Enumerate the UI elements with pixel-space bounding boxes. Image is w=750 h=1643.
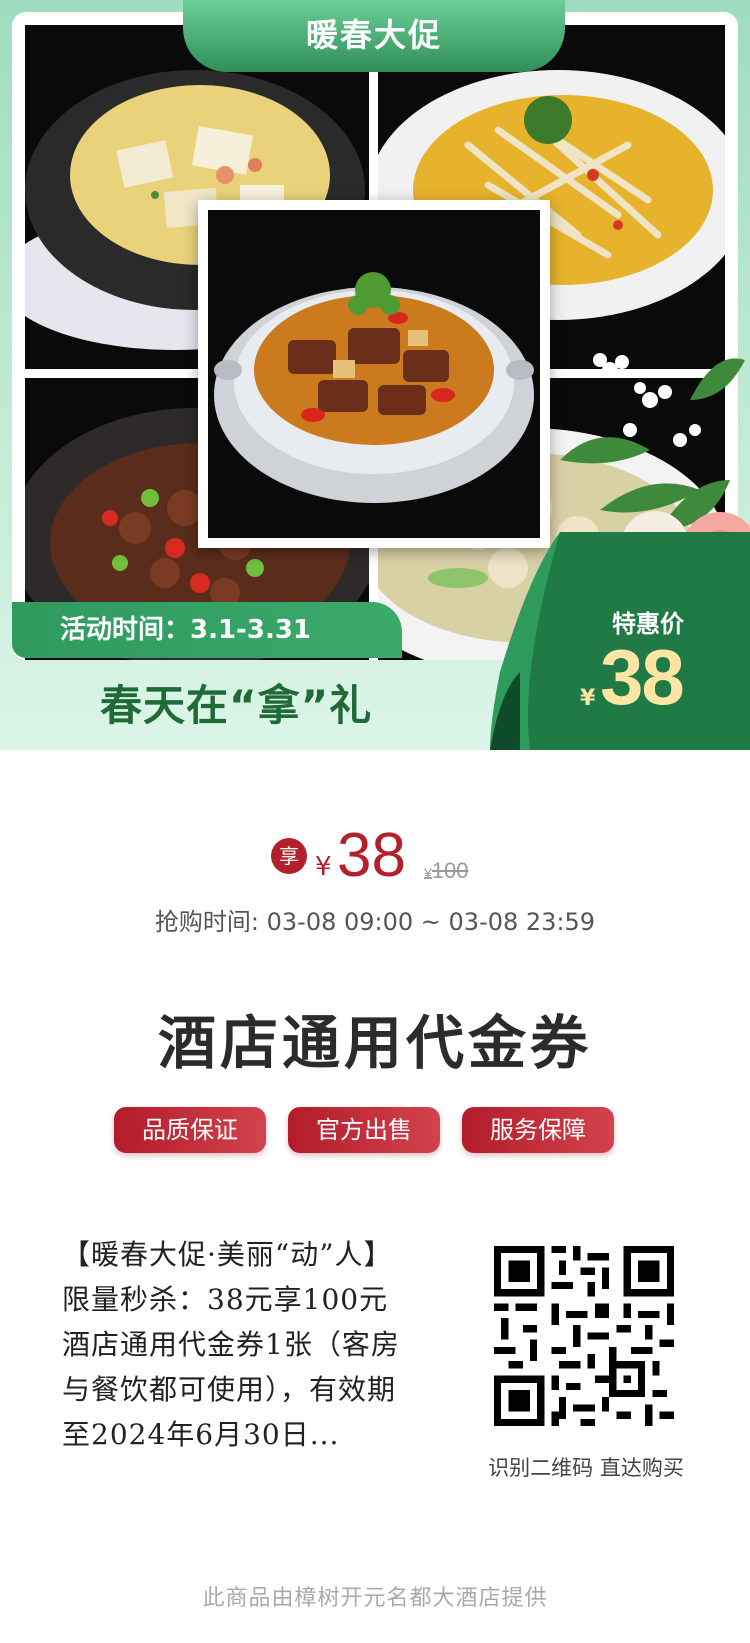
qr-code[interactable] (494, 1246, 674, 1426)
price-currency: ¥ (315, 852, 332, 882)
provider-footer: 此商品由樟树开元名都大酒店提供 (202, 1586, 548, 1611)
original-price-value: 100 (431, 858, 469, 883)
product-title: 酒店通用代金券 (157, 1009, 592, 1077)
product-description: 【暖春大促·美丽“动”人】限量秒杀：38元享100元酒店通用代金券1张（客房与餐… (62, 1238, 400, 1451)
flash-sale-time: 抢购时间: 03-08 09:00 ~ 03-08 23:59 (154, 908, 596, 936)
special-price-currency: ¥ (580, 686, 596, 711)
guarantee-tags: 品质保证 官方出售 服务保障 (0, 1107, 750, 1153)
special-price-value: 38 (600, 633, 685, 721)
dish-photo-braised-beef (198, 200, 550, 548)
dish-photo-braised-beef-art (208, 210, 540, 538)
activity-time: 活动时间：3.1-3.31 (12, 602, 402, 658)
tag-quality-guarantee: 品质保证 (114, 1107, 266, 1153)
qr-caption: 识别二维码 直达购买 (488, 1456, 684, 1480)
banner-slogan: 春天在“拿”礼 (100, 681, 373, 730)
promo-banner: 暖春大促 活动时间：3.1-3.31 春天在“拿”礼 特惠价 ¥ 38 (0, 0, 750, 750)
tag-official-sale: 官方出售 (288, 1107, 440, 1153)
original-price: ¥100 (424, 858, 469, 884)
enjoy-badge: 享 (271, 838, 307, 874)
tag-service-guarantee: 服务保障 (462, 1107, 614, 1153)
current-price: 38 (337, 821, 406, 890)
original-price-currency: ¥ (424, 865, 432, 881)
promo-title-tab: 暖春大促 (183, 0, 565, 72)
